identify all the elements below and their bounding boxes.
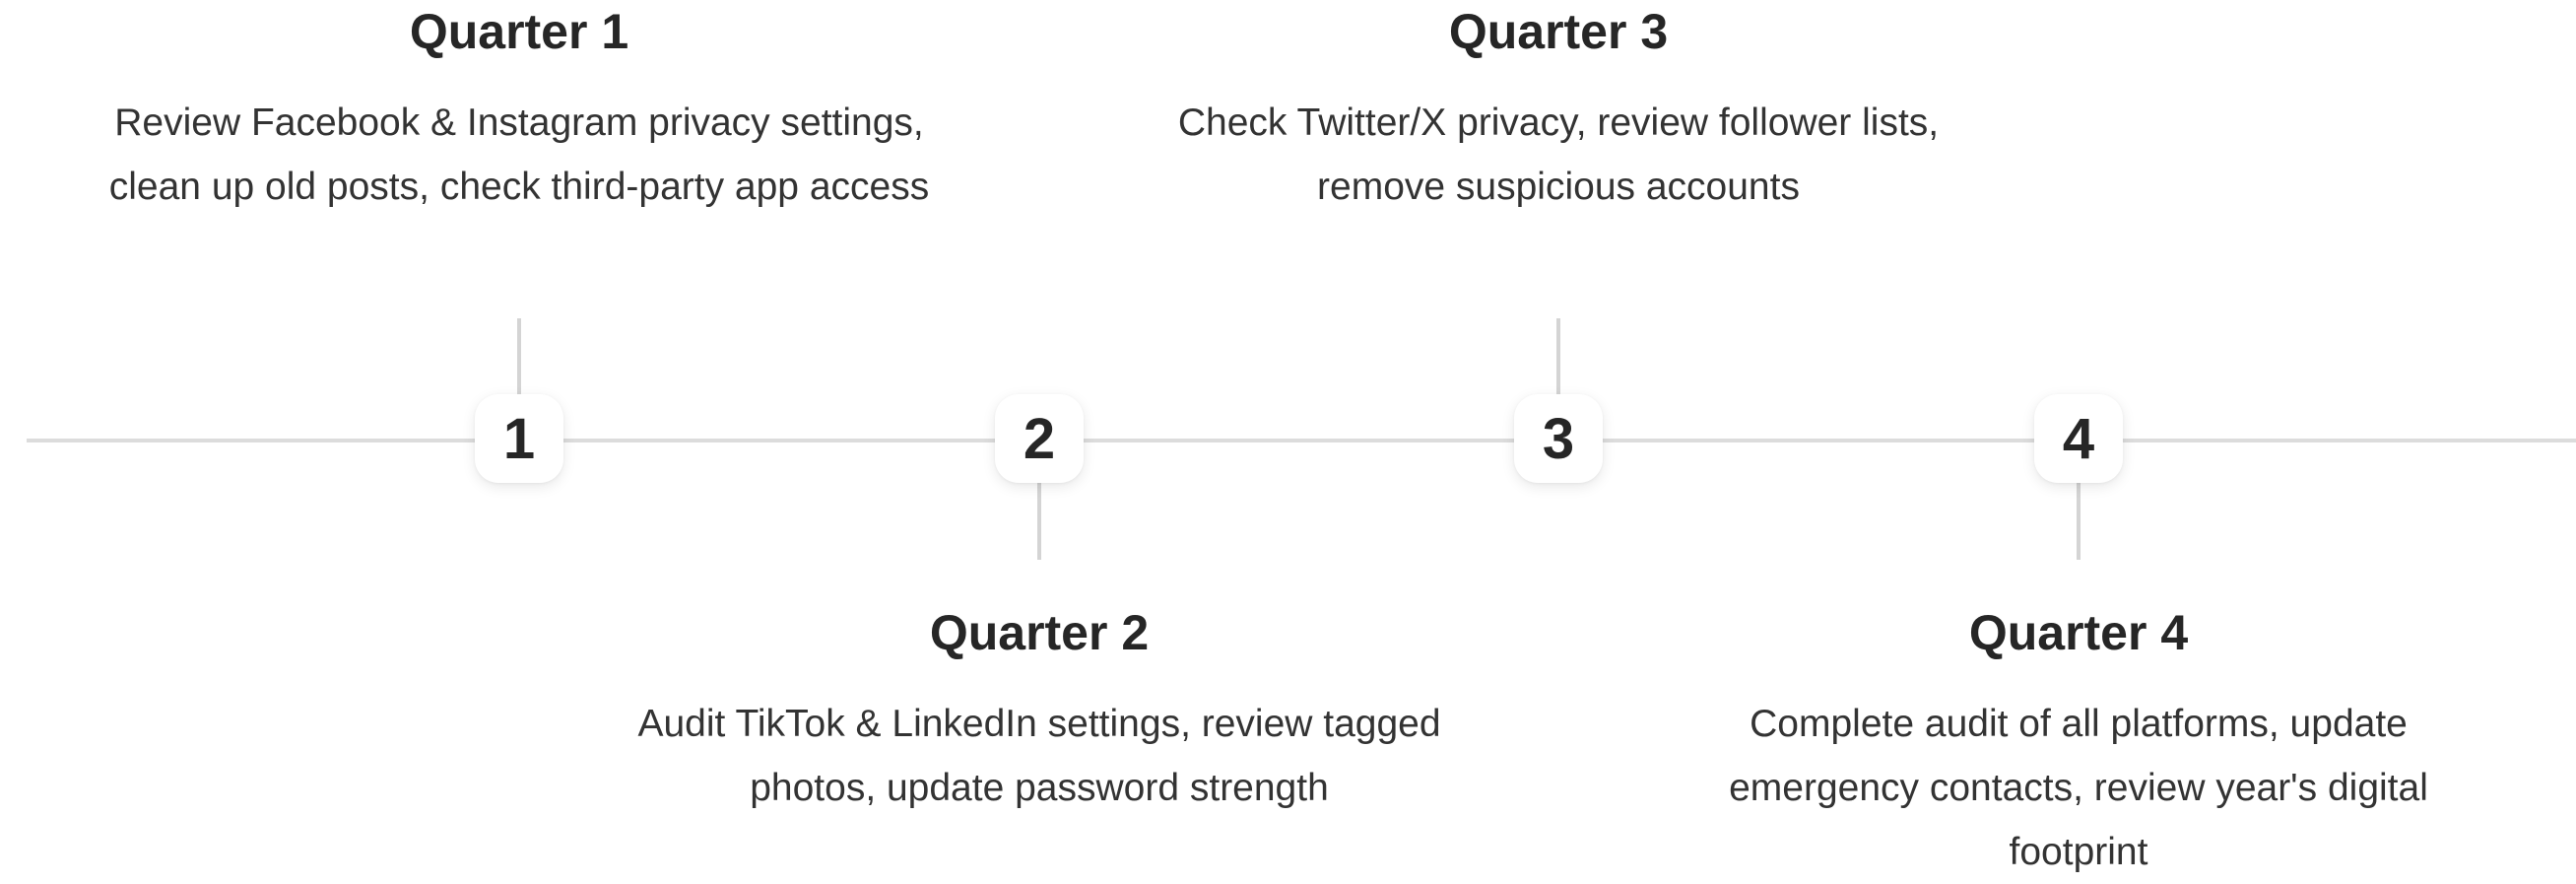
timeline-card-quarter-4: Quarter 4 Complete audit of all platform…: [1635, 601, 2522, 884]
connector-quarter-3: [1556, 318, 1560, 397]
connector-quarter-1: [517, 318, 521, 397]
timeline-marker-2: 2: [995, 394, 1084, 483]
card-description: Review Facebook & Instagram privacy sett…: [108, 102, 930, 208]
card-title: Quarter 4: [1968, 605, 2189, 660]
timeline-card-quarter-2: Quarter 2 Audit TikTok & LinkedIn settin…: [596, 601, 1483, 820]
card-title: Quarter 1: [409, 4, 629, 59]
card-description: Audit TikTok & LinkedIn settings, review…: [637, 703, 1441, 809]
timeline-marker-4: 4: [2034, 394, 2123, 483]
card-title: Quarter 3: [1448, 4, 1669, 59]
card-title: Quarter 2: [929, 605, 1150, 660]
timeline-marker-3: 3: [1514, 394, 1603, 483]
timeline-card-quarter-3: Quarter 3 Check Twitter/X privacy, revie…: [1115, 0, 2002, 219]
card-description: Check Twitter/X privacy, review follower…: [1177, 102, 1940, 208]
connector-quarter-2: [1037, 483, 1041, 560]
timeline-marker-1: 1: [475, 394, 563, 483]
card-description: Complete audit of all platforms, update …: [1729, 703, 2428, 873]
timeline-axis: [27, 439, 2576, 442]
timeline-card-quarter-1: Quarter 1 Review Facebook & Instagram pr…: [76, 0, 962, 219]
connector-quarter-4: [2077, 483, 2081, 560]
